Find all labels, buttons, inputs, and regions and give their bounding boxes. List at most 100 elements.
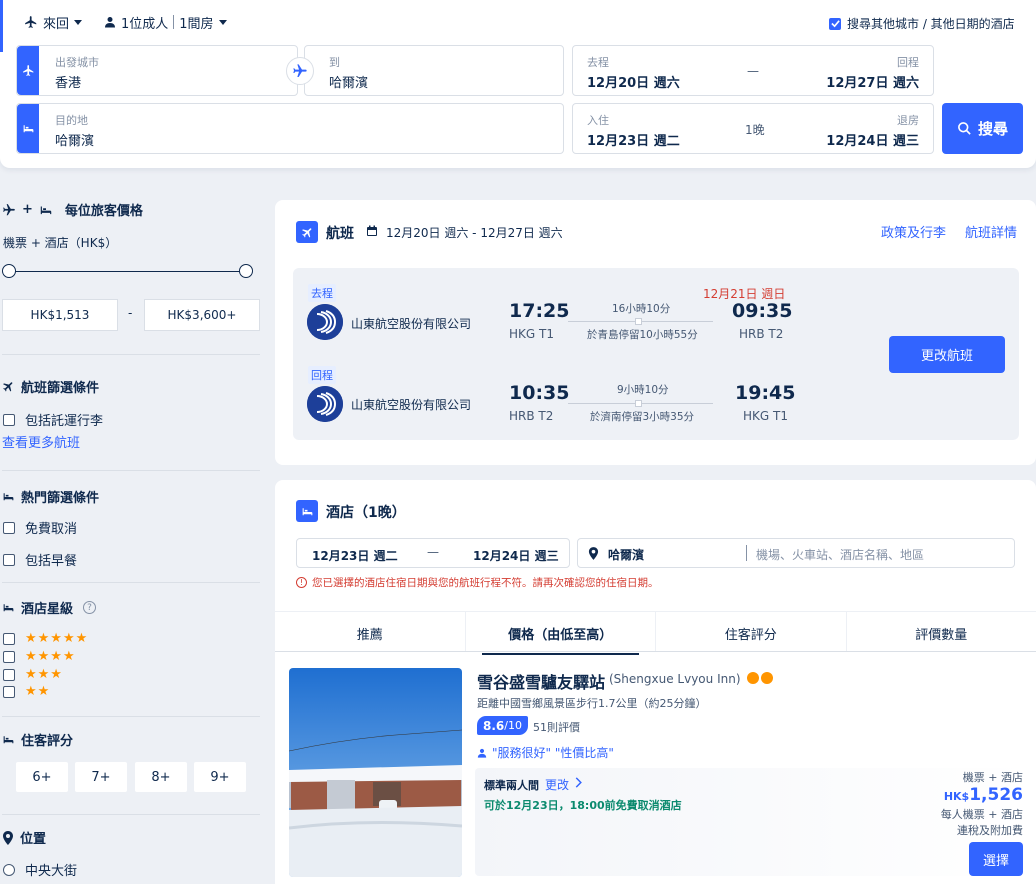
bed-icon — [40, 206, 52, 214]
more-flights-link[interactable]: 查看更多航班 — [2, 432, 80, 451]
price-slider-max-handle[interactable] — [239, 264, 253, 278]
policy-link[interactable]: 政策及行李 — [881, 222, 946, 241]
inbound-dep-airport: HRB T2 — [509, 409, 554, 423]
plane-tab — [17, 46, 39, 95]
checkout-label: 退房 — [897, 114, 919, 127]
review-highlights: "服務很好" "性價比高" — [477, 744, 614, 761]
change-room-link[interactable]: 更改 — [545, 776, 569, 793]
room-type: 標準兩人間 — [484, 779, 539, 792]
outbound-airline: 山東航空股份有限公司 — [351, 317, 472, 331]
review-score: 8.6 — [483, 718, 505, 733]
price-min-input[interactable]: HK$1,513 — [2, 299, 118, 331]
hotel-name[interactable]: 雪谷盛雪驢友驛站 — [477, 669, 605, 693]
divider — [2, 354, 260, 355]
star-5-filter[interactable]: ★★★★★ — [3, 632, 88, 645]
hotel-search-placeholder: 機場、火車站、酒店名稱、地區 — [756, 548, 925, 562]
search-button[interactable]: 搜尋 — [942, 103, 1023, 154]
flight-filter-title: 航班篩選條件 — [2, 377, 99, 396]
hotel-location-search[interactable]: 哈爾濱 機場、火車站、酒店名稱、地區 — [577, 538, 1015, 568]
checkbox[interactable] — [3, 685, 15, 698]
checkin-label: 入住 — [587, 114, 609, 127]
travellers-label: 1位成人 — [121, 16, 169, 32]
checkout-date: 12月24日 週三 — [826, 134, 919, 149]
star-3-filter[interactable]: ★★★ — [3, 668, 63, 681]
search-button-label: 搜尋 — [977, 120, 1008, 138]
popular-filter-label: 熱門篩選條件 — [21, 491, 100, 506]
room-offer: 標準兩人間 更改 可於12月23日，18:00前免費取消酒店 機票 + 酒店 H… — [475, 768, 1028, 876]
flight-filter-label: 航班篩選條件 — [21, 381, 100, 396]
trip-type-label: 來回 — [43, 16, 70, 32]
calendar-icon — [367, 225, 377, 236]
hotel-dates-picker[interactable]: 12月23日 週二 — 12月24日 週三 — [296, 538, 570, 568]
chevron-right-icon[interactable] — [575, 777, 583, 788]
star-rating-icon: ★★★ — [25, 667, 63, 682]
hotel-dates-field[interactable]: 入住 12月23日 週二 1晚 退房 12月24日 週三 — [572, 103, 934, 154]
outbound-arr-time: 09:35 — [732, 300, 793, 322]
rating-dot-icon — [747, 672, 759, 684]
tab-review-count[interactable]: 評價數量 — [845, 612, 1036, 651]
hotel-photo[interactable] — [289, 668, 462, 877]
rating-9-button[interactable]: 9+ — [194, 762, 246, 792]
destination-field[interactable]: 目的地 哈爾濱 — [16, 103, 564, 154]
from-city-field[interactable]: 出發城市 香港 — [16, 45, 298, 96]
flight-section-icon — [296, 221, 318, 243]
plane-icon — [3, 203, 15, 215]
breakfast-filter[interactable]: 包括早餐 — [3, 550, 77, 569]
inbound-stopover: 於濟南停留3小時35分 — [590, 411, 695, 423]
travellers-dropdown[interactable]: 1位成人 1間房 — [104, 13, 227, 32]
search-panel: 來回 1位成人 1間房 搜尋其他城市 / 其他日期的酒店 出發城市 香港 到 哈… — [0, 0, 1036, 168]
divider — [2, 716, 260, 717]
to-city-value: 哈爾濱 — [329, 76, 369, 91]
checkbox[interactable] — [3, 553, 15, 566]
swap-plane-icon — [293, 64, 307, 77]
price-slider-track — [9, 271, 247, 272]
rating-dot-icon — [761, 672, 773, 684]
hotel-checkin-date: 12月23日 週二 — [312, 549, 398, 563]
divider — [173, 15, 175, 29]
free-cancel-filter[interactable]: 免費取消 — [3, 518, 77, 537]
plus-sign: + — [22, 202, 33, 217]
bed-icon — [3, 604, 14, 612]
swap-cities-button[interactable] — [286, 57, 314, 85]
hotel-price: HK$ 1,526 — [944, 785, 1023, 805]
rating-8-button[interactable]: 8+ — [135, 762, 187, 792]
select-hotel-button[interactable]: 選擇 — [969, 842, 1023, 876]
outbound-arr-airport: HRB T2 — [739, 327, 784, 341]
date-warning: ! 您已選擇的酒店住宿日期與您的航班行程不符。請再次確認您的住宿日期。 — [296, 575, 659, 590]
rating-6-button[interactable]: 6+ — [16, 762, 68, 792]
checkbox[interactable] — [3, 668, 15, 681]
tab-recommended[interactable]: 推薦 — [275, 612, 465, 651]
checkbox[interactable] — [3, 632, 15, 645]
price-amount: 1,526 — [969, 785, 1023, 805]
trip-type-dropdown[interactable]: 來回 — [24, 13, 83, 32]
to-city-field[interactable]: 到 哈爾濱 — [304, 45, 564, 96]
baggage-filter[interactable]: 包括託運行李 — [3, 410, 103, 429]
review-count[interactable]: 51則評價 — [533, 719, 580, 735]
star-2-filter[interactable]: ★★ — [3, 685, 50, 698]
airline-logo-icon — [307, 386, 343, 422]
help-icon[interactable]: ? — [83, 601, 97, 614]
tab-guest-rating[interactable]: 住客評分 — [655, 612, 846, 651]
star-4-filter[interactable]: ★★★★ — [3, 650, 76, 663]
change-flight-button[interactable]: 更改航班 — [889, 336, 1005, 373]
hotel-tab — [17, 104, 39, 153]
other-city-checkbox[interactable]: 搜尋其他城市 / 其他日期的酒店 — [829, 15, 1015, 32]
checkin-date: 12月23日 週二 — [587, 134, 680, 149]
plane-icon — [22, 65, 33, 76]
flight-dates-field[interactable]: 去程 12月20日 週六 — 回程 12月27日 週六 — [572, 45, 934, 96]
checkbox[interactable] — [3, 413, 15, 426]
rating-7-button[interactable]: 7+ — [75, 762, 127, 792]
bed-icon — [302, 507, 312, 515]
rooms-label: 1間房 — [179, 16, 214, 32]
checkbox[interactable] — [3, 650, 15, 663]
radio-button[interactable] — [3, 863, 15, 876]
checkbox[interactable] — [3, 521, 15, 534]
tab-price-low-high[interactable]: 價格（由低至高） — [464, 612, 656, 655]
flight-details-link[interactable]: 航班詳情 — [965, 222, 1017, 241]
price-slider-min-handle[interactable] — [2, 264, 16, 278]
bed-icon — [23, 125, 33, 133]
other-city-label: 搜尋其他城市 / 其他日期的酒店 — [847, 17, 1015, 31]
price-max-input[interactable]: HK$3,600+ — [144, 299, 260, 331]
location-option[interactable]: 中央大街 — [3, 860, 77, 879]
divider — [2, 582, 260, 583]
